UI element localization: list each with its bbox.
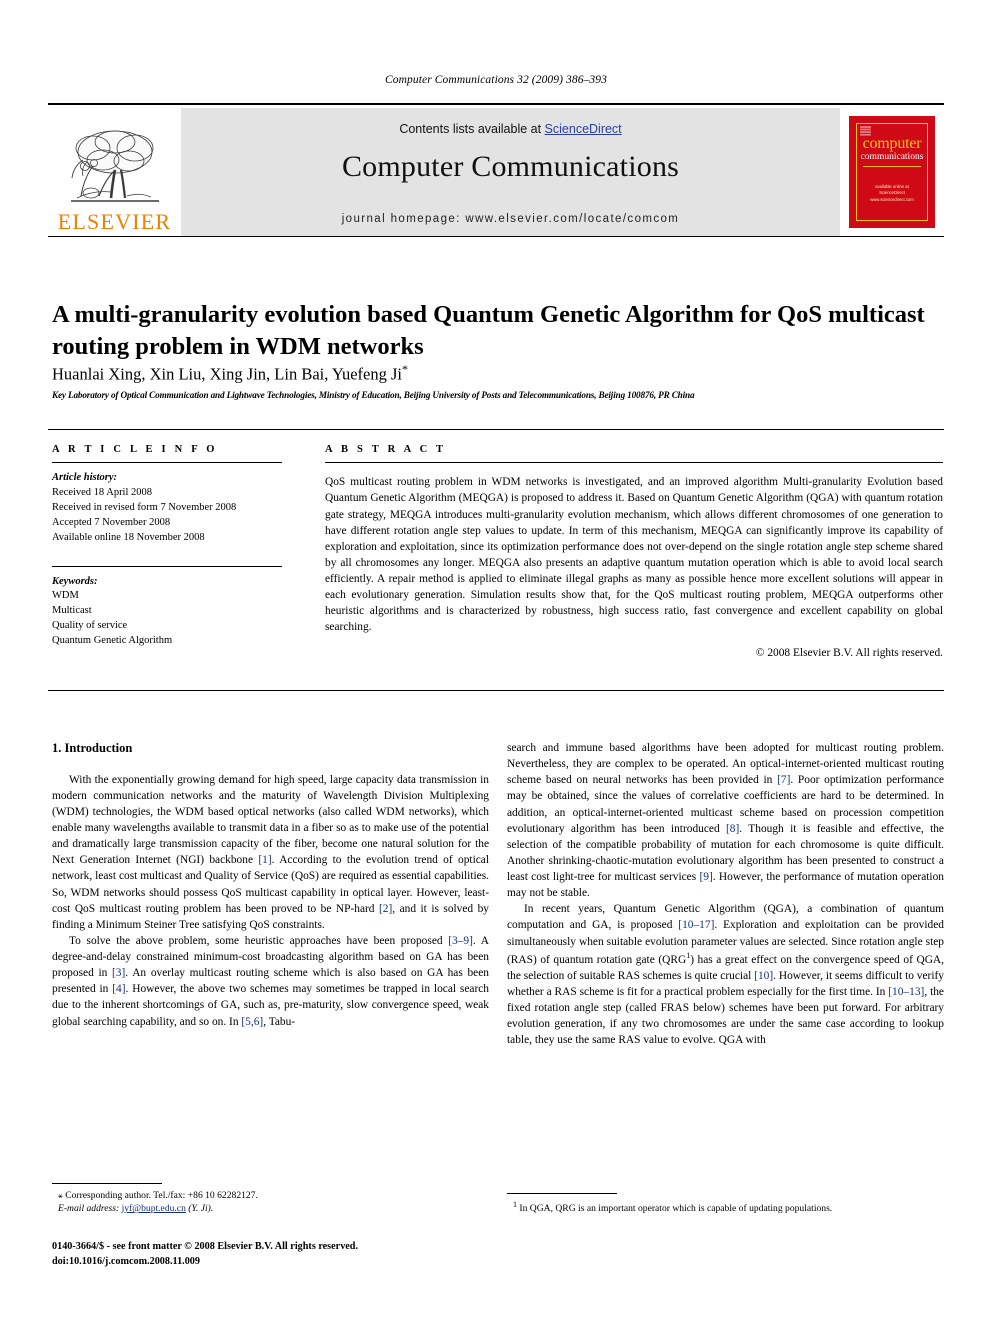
citation-ref[interactable]: [10–13]	[888, 986, 924, 998]
elsevier-tree-icon	[63, 126, 167, 210]
section-heading-introduction: 1. Introduction	[52, 741, 133, 755]
citation-ref[interactable]: [10]	[754, 970, 773, 982]
author-names: Huanlai Xing, Xin Liu, Xing Jin, Lin Bai…	[52, 364, 402, 384]
abstract-column: A B S T R A C T QoS multicast routing pr…	[325, 444, 943, 659]
citation-ref[interactable]: [4]	[112, 983, 125, 995]
email-link[interactable]: jyf@bupt.edu.cn	[122, 1203, 186, 1214]
body-column-right: search and immune based algorithms have …	[507, 740, 944, 1048]
article-history-item: Accepted 7 November 2008	[52, 516, 171, 528]
journal-cover-thumbnail: computer communications available online…	[840, 108, 944, 236]
paragraph: To solve the above problem, some heurist…	[52, 934, 489, 1028]
cover-sciencedirect-block: available online at ScienceDirect www.sc…	[849, 184, 935, 203]
keyword-item: Multicast	[52, 605, 92, 617]
contents-prefix: Contents lists available at	[399, 122, 545, 136]
footnote-1: 1 In QGA, QRG is an important operator w…	[507, 1199, 944, 1215]
keyword-item: Quantum Genetic Algorithm	[52, 635, 173, 647]
paragraph: search and immune based algorithms have …	[507, 742, 944, 900]
corresponding-author-marker: *	[401, 362, 408, 376]
email-suffix: (Y. Ji).	[185, 1203, 214, 1215]
footnote-rule	[507, 1193, 617, 1194]
keywords-rule	[52, 565, 282, 567]
journal-masthead: ELSEVIER Contents lists available at Sci…	[48, 103, 944, 237]
running-head: Computer Communications 32 (2009) 386–39…	[385, 74, 607, 86]
article-history-item: Received 18 April 2008	[52, 486, 153, 498]
footnote-rule	[52, 1183, 162, 1184]
citation-ref[interactable]: [1]	[258, 854, 271, 866]
abstract-heading: A B S T R A C T	[325, 444, 447, 455]
citation-ref[interactable]: [10–17]	[678, 919, 714, 931]
article-info-rule	[52, 462, 282, 463]
article-info-column: A R T I C L E I N F O Article history: R…	[52, 444, 282, 649]
footnote-1-text: In QGA, QRG is an important operator whi…	[519, 1203, 833, 1215]
citation-ref[interactable]: [3–9]	[448, 935, 473, 947]
email-label: E-mail address:	[58, 1203, 120, 1215]
journal-title: Computer Communications	[341, 150, 680, 183]
keyword-item: WDM	[52, 590, 79, 602]
citation-ref[interactable]: [5,6]	[241, 1016, 263, 1028]
article-history-label: Article history:	[52, 472, 118, 483]
elsevier-wordmark: ELSEVIER	[57, 209, 172, 234]
issn-line-1: 0140-3664/$ - see front matter © 2008 El…	[52, 1241, 359, 1252]
article-info-heading: A R T I C L E I N F O	[52, 444, 218, 455]
citation-ref[interactable]: [9]	[699, 871, 712, 883]
footnote-corresponding-author: ⚹ Corresponding author. Tel./fax: +86 10…	[52, 1183, 489, 1215]
cover-sd-line3: www.sciencedirect.com	[870, 196, 914, 202]
elsevier-logo: ELSEVIER	[48, 108, 181, 236]
issn-footer: 0140-3664/$ - see front matter © 2008 El…	[52, 1240, 552, 1270]
cover-word-communications: communications	[860, 152, 924, 162]
abstract-rule	[325, 462, 943, 463]
abstract-copyright: © 2008 Elsevier B.V. All rights reserved…	[755, 646, 943, 659]
keyword-item: Quality of service	[52, 620, 128, 632]
article-history-item: Received in revised form 7 November 2008	[52, 501, 237, 513]
paragraph: With the exponentially growing demand fo…	[52, 773, 490, 931]
citation-ref[interactable]: [8]	[726, 823, 739, 835]
paper-page: Computer Communications 32 (2009) 386–39…	[0, 0, 992, 1323]
cover-divider	[863, 166, 921, 167]
affiliation: Key Laboratory of Optical Communication …	[52, 390, 695, 400]
journal-banner: Contents lists available at ScienceDirec…	[181, 108, 840, 236]
corresponding-author-text: Corresponding author. Tel./fax: +86 10 6…	[65, 1190, 258, 1201]
journal-homepage-line[interactable]: journal homepage: www.elsevier.com/locat…	[181, 213, 840, 225]
body-column-left: 1. Introduction With the exponentially g…	[52, 740, 489, 1030]
keywords-label: Keywords:	[52, 575, 98, 587]
email-note: E-mail address: jyf@bupt.edu.cn (Y. Ji).	[52, 1202, 489, 1215]
footnote-qrg: 1 In QGA, QRG is an important operator w…	[507, 1193, 944, 1215]
corresponding-author-note: ⚹ Corresponding author. Tel./fax: +86 10…	[52, 1189, 489, 1202]
sciencedirect-link[interactable]: ScienceDirect	[545, 122, 622, 136]
footnote-marker[interactable]: 1	[686, 951, 690, 960]
doi-line: doi:10.1016/j.comcom.2008.11.009	[52, 1255, 200, 1267]
citation-ref[interactable]: [7]	[777, 774, 790, 786]
asterisk-icon: ⚹	[58, 1191, 63, 1200]
article-history-item: Available online 18 November 2008	[52, 531, 205, 543]
paragraph: In recent years, Quantum Genetic Algorit…	[507, 903, 944, 1047]
footnote-marker: 1	[513, 1200, 517, 1209]
page-title: A multi-granularity evolution based Quan…	[52, 301, 925, 360]
citation-ref[interactable]: [2]	[379, 903, 392, 915]
author-list: Huanlai Xing, Xin Liu, Xing Jin, Lin Bai…	[52, 362, 932, 385]
contents-available-line: Contents lists available at ScienceDirec…	[181, 122, 840, 136]
citation-ref[interactable]: [3]	[112, 967, 125, 979]
cover-word-computer: computer	[862, 135, 922, 152]
abstract-text: QoS multicast routing problem in WDM net…	[325, 476, 943, 634]
